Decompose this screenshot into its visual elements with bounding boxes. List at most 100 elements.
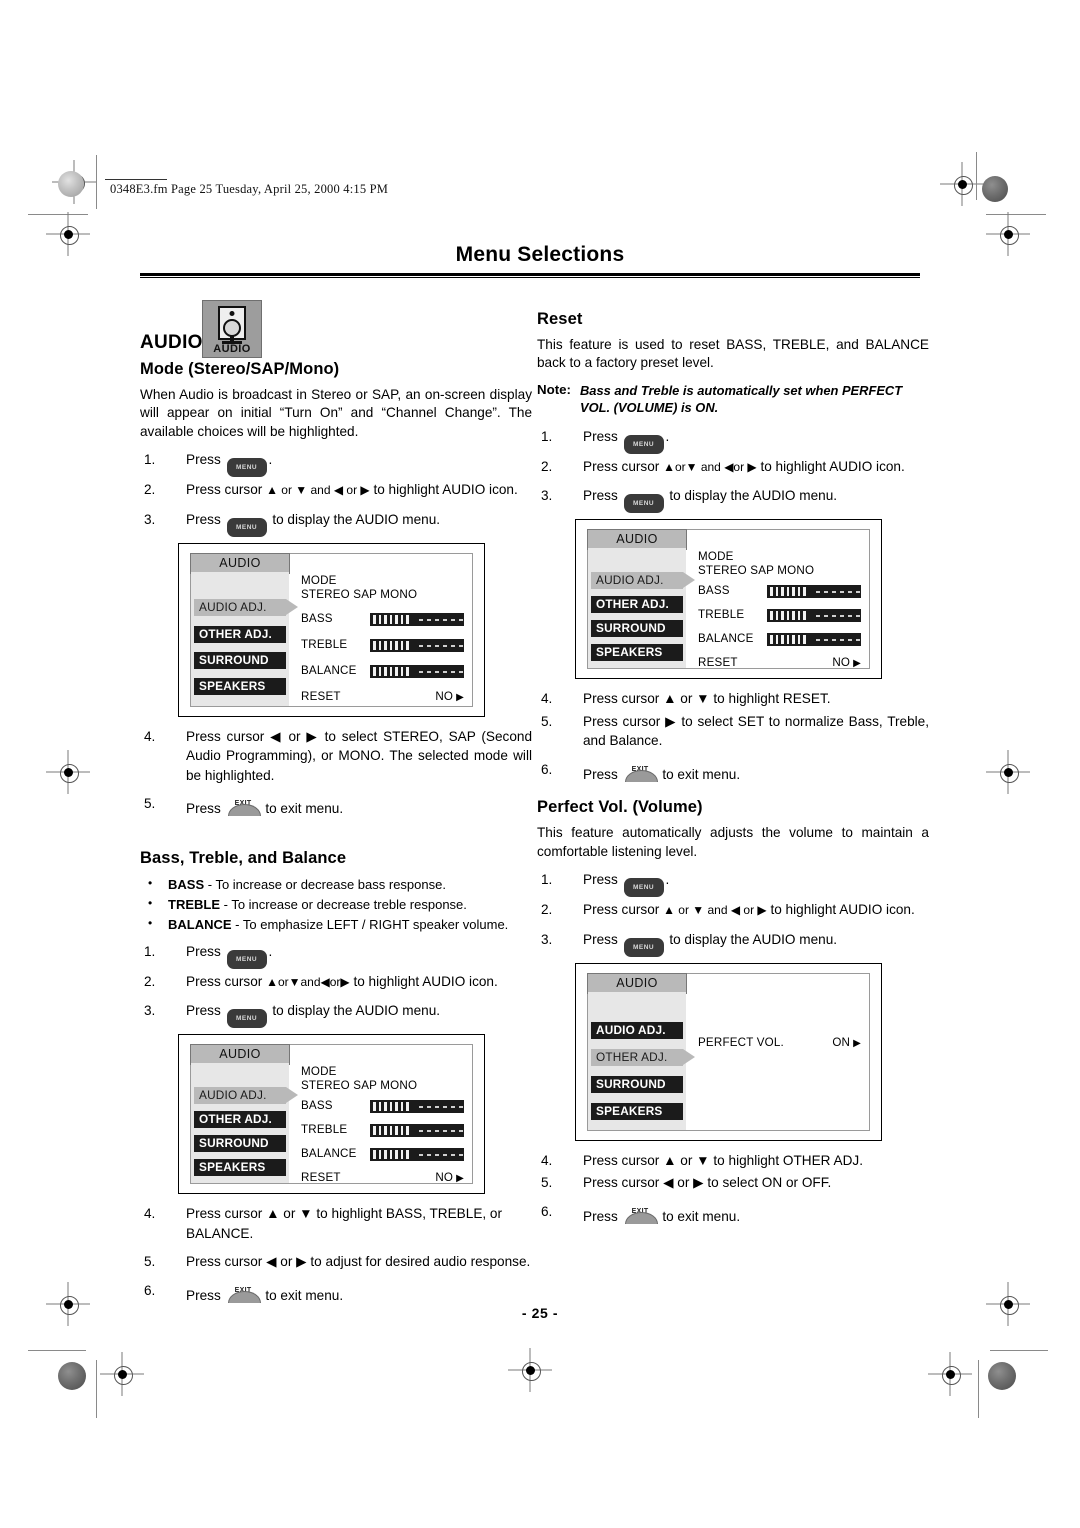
osd-row-treble[interactable]: TREBLE bbox=[301, 1123, 466, 1139]
level-bar-balance[interactable] bbox=[370, 664, 464, 678]
level-bar-balance[interactable] bbox=[767, 633, 861, 647]
step-text: Press cursor ▲ or ▼ to highlight BASS, T… bbox=[186, 1206, 503, 1241]
osd-menu-item-audio-adj[interactable]: AUDIO ADJ. bbox=[591, 572, 695, 590]
osd-row-value[interactable]: NO ▶ bbox=[832, 656, 861, 669]
osd-row-value[interactable]: NO ▶ bbox=[435, 1171, 464, 1184]
audio-icon: AUDIO bbox=[202, 300, 262, 358]
level-bar-bass[interactable] bbox=[370, 1100, 464, 1114]
page-number: - 25 - bbox=[521, 1305, 559, 1321]
registration-mark-bottom-right-lower bbox=[928, 1352, 972, 1396]
step-text-post: to highlight AUDIO icon. bbox=[770, 902, 915, 918]
menu-button-icon[interactable]: MENU bbox=[226, 1009, 267, 1029]
osd-mode-label: MODE bbox=[301, 1065, 337, 1079]
menu-button-icon[interactable]: MENU bbox=[623, 937, 664, 957]
exit-button-icon[interactable]: EXIT bbox=[624, 1202, 658, 1224]
bullet-icon: • bbox=[148, 915, 153, 930]
osd-diagram-audio-adj-2: AUDIO AUDIO ADJ. OTHER ADJ. SURROUND SPE… bbox=[178, 1034, 485, 1195]
level-bar-treble[interactable] bbox=[370, 1124, 464, 1138]
osd-mode-options: STEREO SAP MONO bbox=[698, 564, 815, 578]
menu-button-icon[interactable]: MENU bbox=[226, 517, 267, 537]
step-text: Press bbox=[186, 1003, 221, 1019]
osd-inner-frame: AUDIO AUDIO ADJ. OTHER ADJ. SURROUND SPE… bbox=[190, 1044, 473, 1187]
osd-row-label: PERFECT VOL. bbox=[698, 1035, 784, 1049]
osd-row-value[interactable]: NO ▶ bbox=[435, 690, 464, 703]
step-text: Press cursor ◀ or ▶ to select ON or OFF. bbox=[583, 1175, 832, 1191]
osd-menu-item-surround[interactable]: SURROUND bbox=[194, 1135, 286, 1153]
osd-row-treble[interactable]: TREBLE bbox=[698, 608, 863, 624]
step-text-post: to highlight AUDIO icon. bbox=[353, 973, 498, 989]
menu-button-icon[interactable]: MENU bbox=[623, 434, 664, 454]
osd-row-perfect-vol[interactable]: PERFECT VOL. ON ▶ bbox=[698, 1036, 863, 1052]
step-item: 4. Press cursor ▲ or ▼ to highlight BASS… bbox=[140, 1204, 532, 1243]
trim-line-bottom-right-v bbox=[978, 1360, 979, 1418]
exit-button-icon[interactable]: EXIT bbox=[227, 1281, 261, 1303]
registration-mark-left-middle bbox=[46, 750, 90, 794]
osd-row-bass[interactable]: BASS bbox=[301, 612, 466, 628]
right-arrow-icon: ▶ bbox=[853, 658, 861, 670]
trim-line-bottom-right bbox=[990, 1350, 1048, 1351]
osd-detail-pane: MODE STEREO SAP MONO BASS TREBLE BALANCE… bbox=[698, 550, 863, 669]
osd-row-balance[interactable]: BALANCE bbox=[301, 1147, 466, 1163]
exit-button-icon[interactable]: EXIT bbox=[227, 794, 261, 817]
step-item: 2. Press cursor ▲or▼ and ◀or ▶ to highli… bbox=[537, 457, 929, 478]
list-item: • BALANCE - To emphasize LEFT / RIGHT spe… bbox=[140, 915, 532, 934]
step-number: 6. bbox=[541, 761, 553, 777]
step-number: 6. bbox=[144, 1282, 156, 1298]
osd-row-balance[interactable]: BALANCE bbox=[301, 664, 466, 680]
audio-badge-label: AUDIO bbox=[213, 343, 251, 355]
osd-menu-item-speakers[interactable]: SPEAKERS bbox=[591, 1102, 683, 1120]
osd-menu-item-other-adj[interactable]: OTHER ADJ. bbox=[591, 1048, 695, 1066]
osd-menu-item-other-adj[interactable]: OTHER ADJ. bbox=[194, 1111, 286, 1129]
osd-row-treble[interactable]: TREBLE bbox=[301, 638, 466, 654]
bar-fill bbox=[373, 640, 409, 650]
osd-menu-item-speakers[interactable]: SPEAKERS bbox=[591, 644, 683, 662]
level-bar-treble[interactable] bbox=[767, 609, 861, 623]
step-number: 3. bbox=[541, 931, 553, 947]
exit-button-icon[interactable]: EXIT bbox=[624, 760, 658, 782]
step-number: 2. bbox=[541, 902, 553, 918]
menu-button-icon[interactable]: MENU bbox=[226, 949, 267, 969]
step-number: 3. bbox=[541, 488, 553, 504]
step-number: 1. bbox=[144, 943, 156, 959]
registration-mark-top-right bbox=[940, 162, 984, 206]
step-number: 5. bbox=[541, 1175, 553, 1191]
audio-brand-header: AUDIO AUDIO bbox=[140, 300, 532, 358]
osd-row-bass[interactable]: BASS bbox=[301, 1099, 466, 1115]
osd-mode-label: MODE bbox=[698, 550, 734, 564]
step-text: Press bbox=[583, 931, 618, 947]
osd-menu-item-speakers[interactable]: SPEAKERS bbox=[194, 1159, 286, 1177]
menu-button-icon[interactable]: MENU bbox=[623, 494, 664, 514]
osd-menu-item-speakers[interactable]: SPEAKERS bbox=[194, 677, 286, 695]
level-bar-bass[interactable] bbox=[370, 612, 464, 626]
osd-menu-item-audio-adj[interactable]: AUDIO ADJ. bbox=[194, 1087, 298, 1105]
osd-mode-block: MODE STEREO SAP MONO bbox=[301, 574, 417, 601]
menu-button-icon[interactable]: MENU bbox=[623, 878, 664, 898]
right-arrow-icon: ▶ bbox=[456, 691, 464, 703]
osd-row-reset[interactable]: RESET NO ▶ bbox=[301, 690, 466, 706]
note-block: Note: Bass and Treble is automatically s… bbox=[537, 382, 929, 417]
trim-line-bottom-left-v bbox=[96, 1360, 97, 1418]
list-item: • BASS - To increase or decrease bass res… bbox=[140, 875, 532, 894]
osd-row-value[interactable]: ON ▶ bbox=[832, 1036, 861, 1049]
osd-row-bass[interactable]: BASS bbox=[698, 584, 863, 600]
osd-menu-item-other-adj[interactable]: OTHER ADJ. bbox=[591, 596, 683, 614]
bullet-term: BALANCE bbox=[168, 916, 232, 932]
osd-menu-item-surround[interactable]: SURROUND bbox=[591, 620, 683, 638]
osd-row-label: BASS bbox=[301, 611, 333, 625]
note-label: Note: bbox=[537, 381, 571, 397]
osd-menu-item-other-adj[interactable]: OTHER ADJ. bbox=[194, 625, 286, 643]
bar-fill bbox=[770, 611, 806, 621]
level-bar-bass[interactable] bbox=[767, 585, 861, 599]
osd-menu-item-surround[interactable]: SURROUND bbox=[591, 1075, 683, 1093]
osd-row-reset[interactable]: RESET NO ▶ bbox=[301, 1171, 466, 1187]
level-bar-treble[interactable] bbox=[370, 638, 464, 652]
osd-row-balance[interactable]: BALANCE bbox=[698, 632, 863, 648]
menu-button-icon[interactable]: MENU bbox=[226, 458, 267, 478]
level-bar-balance[interactable] bbox=[370, 1148, 464, 1162]
osd-menu-item-surround[interactable]: SURROUND bbox=[194, 651, 286, 669]
step-number: 6. bbox=[541, 1203, 553, 1219]
osd-row-reset[interactable]: RESET NO ▶ bbox=[698, 656, 863, 672]
step-number: 4. bbox=[541, 1152, 553, 1168]
osd-menu-item-audio-adj[interactable]: AUDIO ADJ. bbox=[591, 1021, 683, 1039]
osd-menu-item-audio-adj[interactable]: AUDIO ADJ. bbox=[194, 598, 298, 616]
